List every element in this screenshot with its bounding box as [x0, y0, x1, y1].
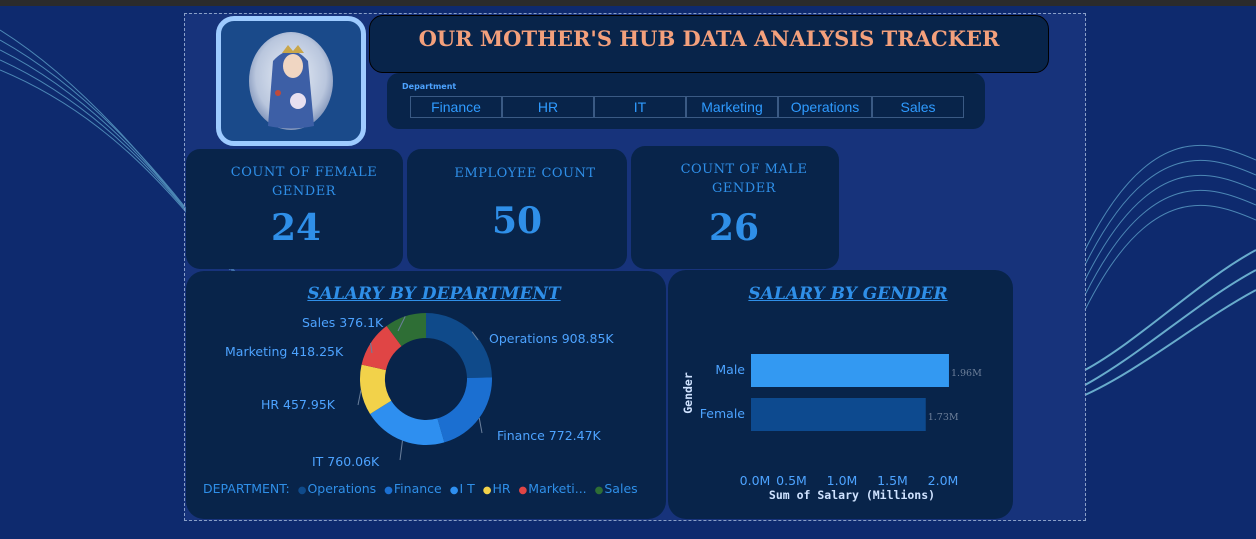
legend-dot-icon: ●	[594, 485, 604, 496]
legend-dot-icon: ●	[297, 485, 307, 496]
bar-female	[751, 398, 926, 431]
legend-dot-icon: ●	[449, 485, 459, 496]
slicer-option-it[interactable]: IT	[594, 96, 686, 118]
salary-by-gender-bar-chart: Male 1.96M Female 1.73M 0.0M 0.5M 1.0M 1.5M 2.0M…	[681, 354, 982, 502]
legend-item-finance[interactable]: ●Finance	[384, 481, 442, 496]
page-title: OUR MOTHER'S HUB DATA ANALYSIS TRACKER	[418, 26, 1000, 51]
salary-by-department-donut: Operations 908.85K Finance 772.47K IT 760.…	[225, 313, 614, 469]
donut-label-marketing: Marketing 418.25K	[225, 344, 344, 359]
legend-item-hr[interactable]: ●HR	[483, 481, 511, 496]
donut-leader-line	[357, 390, 362, 406]
donut-label-finance: Finance 772.47K	[497, 428, 602, 443]
bar-category-male: Male	[715, 362, 745, 377]
x-tick-label: 2.0M	[928, 473, 959, 488]
legend-item-marketing[interactable]: ●Marketi...	[519, 481, 587, 496]
donut-label-sales: Sales 376.1K	[302, 315, 384, 330]
legend-item-sales[interactable]: ●Sales	[595, 481, 638, 496]
donut-label-operations: Operations 908.85K	[489, 331, 614, 346]
legend-dot-icon: ●	[518, 485, 528, 496]
x-tick-label: 1.5M	[877, 473, 908, 488]
madonna-portrait-icon	[249, 32, 333, 130]
bar-data-label-male: 1.96M	[951, 368, 982, 379]
kpi-male-value: 26	[708, 207, 760, 249]
donut-leader-line	[478, 417, 483, 434]
slicer-option-operations[interactable]: Operations	[778, 96, 872, 118]
donut-slice-it	[370, 400, 445, 445]
legend-label: DEPARTMENT:	[203, 481, 290, 496]
bar-male	[751, 354, 949, 387]
x-axis-title: Sum of Salary (Millions)	[769, 488, 935, 502]
y-axis-title: Gender	[681, 372, 695, 414]
bar-category-female: Female	[700, 406, 746, 421]
slicer-option-marketing[interactable]: Marketing	[686, 96, 778, 118]
x-tick-label: 0.5M	[776, 473, 807, 488]
x-tick-label: 1.0M	[827, 473, 858, 488]
x-tick-label: 0.0M	[740, 473, 771, 488]
logo-photo-frame	[216, 16, 366, 146]
kpi-employee-title: EMPLOYEE COUNT	[454, 166, 596, 181]
kpi-female-title: COUNT OF FEMALE GENDER	[230, 165, 378, 199]
kpi-employee-value: 50	[491, 200, 543, 242]
donut-label-hr: HR 457.95K	[261, 397, 336, 412]
legend-dot-icon: ●	[482, 485, 492, 496]
kpi-female-value: 24	[270, 207, 322, 249]
donut-slice-finance	[437, 377, 493, 443]
slicer-label: Department	[402, 82, 457, 91]
donut-legend: DEPARTMENT: ●Operations ●Finance ●I T ●H…	[203, 481, 638, 496]
legend-item-operations[interactable]: ●Operations	[298, 481, 376, 496]
bar-data-label-female: 1.73M	[928, 412, 959, 423]
slicer-option-finance[interactable]: Finance	[410, 96, 502, 118]
kpi-male-title: COUNT OF MALE GENDER	[680, 162, 808, 196]
donut-leader-line	[399, 440, 403, 461]
legend-dot-icon: ●	[384, 485, 393, 496]
bar-chart-title: SALARY BY GENDER	[748, 284, 948, 304]
slicer-option-sales[interactable]: Sales	[872, 96, 964, 118]
title-card: OUR MOTHER'S HUB DATA ANALYSIS TRACKER	[369, 15, 1049, 73]
donut-label-it: IT 760.06K	[312, 454, 380, 469]
slicer-option-hr[interactable]: HR	[502, 96, 594, 118]
donut-slice-operations	[426, 313, 492, 378]
legend-item-it[interactable]: ●I T	[450, 481, 475, 496]
